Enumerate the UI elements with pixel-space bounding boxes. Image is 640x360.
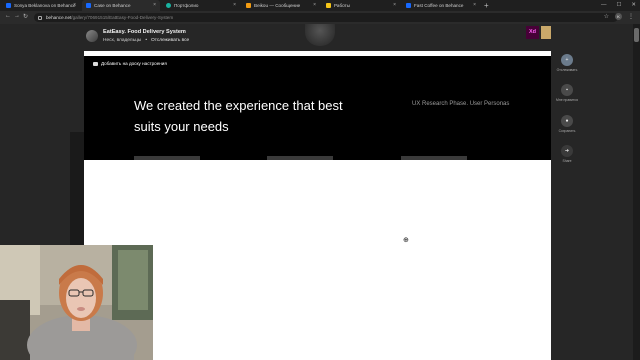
rail-share-button[interactable]: ➜ Share: [556, 145, 578, 163]
tab-label: Портфолио: [174, 3, 199, 8]
profile-avatar[interactable]: K: [615, 13, 622, 20]
url-text: behance.net/gallery/70691515/EatEasy-Foo…: [46, 15, 174, 20]
tab-label: Sonya Beklanova on Behance: [14, 3, 76, 8]
toolbar-icons: ☆ K ⋮: [604, 13, 634, 20]
rail-follow-button[interactable]: + Отслеживать: [556, 54, 578, 72]
rail-label: Share: [562, 159, 572, 163]
owner-link[interactable]: Несх, владельцы: [103, 38, 141, 43]
maximize-icon[interactable]: ☐: [616, 0, 621, 11]
scrollbar-thumb[interactable]: [634, 28, 639, 42]
reload-icon[interactable]: ↻: [23, 13, 28, 20]
moodboard-icon: [93, 61, 98, 66]
separator-dot: •: [145, 38, 147, 43]
adobe-xd-icon[interactable]: Xd: [526, 26, 539, 39]
tab-label: Case on Behance: [94, 3, 131, 8]
browser-toolbar: ← → ↻ behance.net/gallery/70691515/EatEa…: [0, 11, 640, 24]
browser-tab[interactable]: Sonya Beklanova on Behance ×: [2, 0, 80, 11]
message-favicon-icon: [246, 3, 251, 8]
bookmark-star-icon[interactable]: ☆: [604, 13, 609, 20]
rail-label: Сохранить: [558, 129, 576, 133]
behance-favicon-icon: [406, 3, 411, 8]
hero-subtitle: UX Research Phase. User Personas: [412, 101, 510, 107]
lock-icon: [38, 15, 42, 20]
browser-tab-strip: Sonya Beklanova on Behance × Case on Beh…: [0, 0, 640, 11]
project-owner-line: Несх, владельцы • Отслеживать все: [103, 38, 189, 43]
webcam-video-overlay: [0, 245, 153, 360]
tab-label: Работы: [334, 3, 350, 8]
close-window-icon[interactable]: ✕: [631, 0, 636, 11]
browser-tab[interactable]: Fast Coffee on Behance ×: [402, 0, 480, 11]
close-tab-icon[interactable]: ×: [393, 2, 396, 8]
browser-tab-active[interactable]: Case on Behance ×: [82, 0, 160, 11]
tab-label: Fast Coffee on Behance: [414, 3, 464, 8]
follow-avatar-icon: +: [561, 54, 573, 66]
browser-tab[interactable]: Beikou — Сообщение ×: [242, 0, 320, 11]
rail-label: Отслеживать: [556, 68, 578, 72]
behance-favicon-icon: [6, 3, 11, 8]
browser-tab[interactable]: Работы ×: [322, 0, 400, 11]
close-tab-icon[interactable]: ×: [233, 2, 236, 8]
moodboard-label: Добавить на доску настроения: [101, 61, 167, 66]
window-controls: — ☐ ✕: [601, 0, 636, 11]
minimize-icon[interactable]: —: [601, 0, 607, 11]
close-tab-icon[interactable]: ×: [73, 2, 76, 8]
back-icon[interactable]: ←: [5, 13, 11, 19]
rail-save-button[interactable]: ● Сохранить: [556, 115, 578, 133]
portfolio-favicon-icon: [166, 3, 171, 8]
bookmark-badge-icon[interactable]: [541, 26, 551, 39]
rail-like-button[interactable]: ▪ Мне нравится: [556, 84, 578, 102]
menu-dots-icon[interactable]: ⋮: [628, 13, 634, 20]
follow-all-link[interactable]: Отслеживать все: [151, 38, 189, 43]
zoom-cursor-icon: ⊕: [403, 237, 409, 244]
browser-tab[interactable]: Портфолио ×: [162, 0, 240, 11]
forward-icon[interactable]: →: [14, 13, 20, 19]
behance-favicon-icon: [86, 3, 91, 8]
project-header: EatEasy. Food Delivery System Несх, влад…: [86, 29, 189, 43]
close-tab-icon[interactable]: ×: [313, 2, 316, 8]
page-scrollbar[interactable]: [633, 24, 640, 360]
close-tab-icon[interactable]: ×: [473, 2, 476, 8]
close-tab-icon[interactable]: ×: [153, 2, 156, 8]
owner-avatar[interactable]: [86, 30, 98, 42]
left-overlay-panel: [70, 132, 84, 252]
share-icon: ➜: [561, 145, 573, 157]
project-content-area: [84, 160, 551, 360]
works-favicon-icon: [326, 3, 331, 8]
project-title: EatEasy. Food Delivery System: [103, 29, 186, 35]
moodboard-button[interactable]: Добавить на доску настроения: [93, 61, 167, 66]
new-tab-button[interactable]: +: [484, 0, 489, 11]
address-bar[interactable]: behance.net/gallery/70691515/EatEasy-Foo…: [34, 13, 618, 22]
save-icon: ●: [561, 115, 573, 127]
like-icon: ▪: [561, 84, 573, 96]
rail-label: Мне нравится: [556, 98, 578, 102]
hero-title: We created the experience that best suit…: [134, 98, 343, 134]
tab-label: Beikou — Сообщение: [254, 3, 301, 8]
presenter-video-icon: [0, 245, 153, 360]
